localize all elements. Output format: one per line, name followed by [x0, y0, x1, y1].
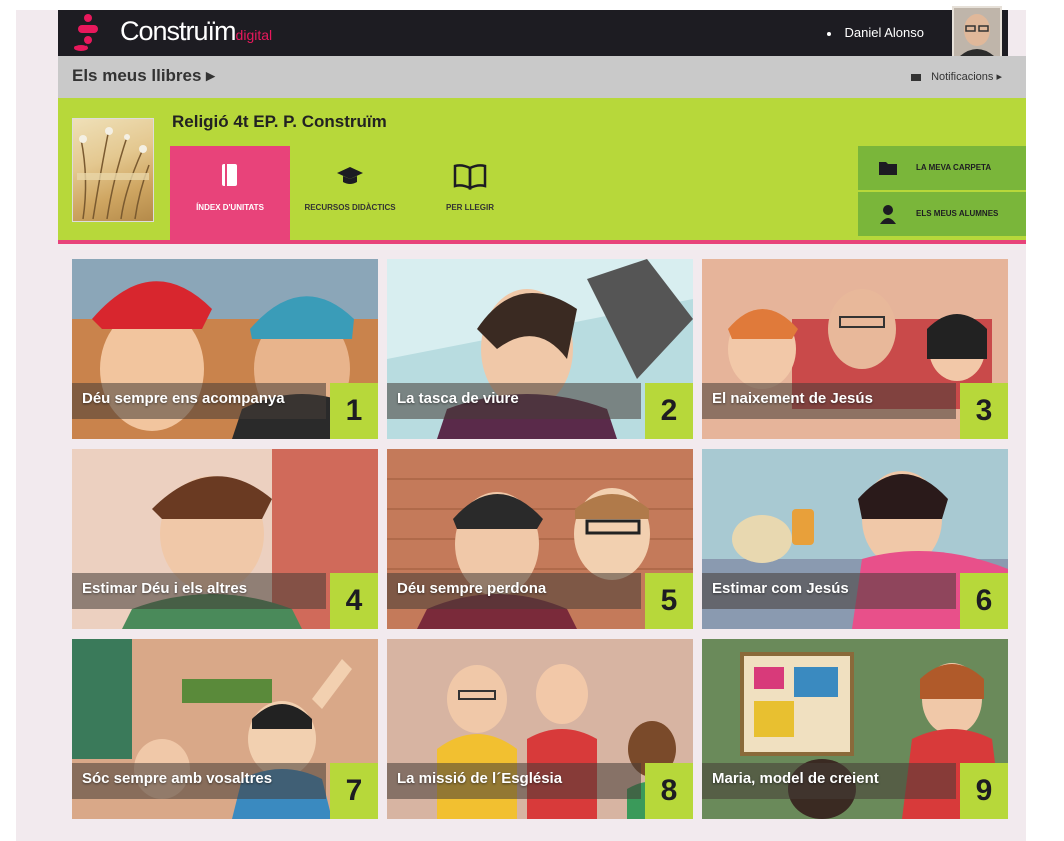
notifications-link[interactable]: Notificacions ▸	[911, 70, 1002, 83]
breadcrumb: Els meus llibres ▸ Notificacions ▸	[58, 56, 1026, 98]
unit-number: 7	[330, 763, 378, 819]
unit-title: Maria, model de creient	[712, 770, 879, 787]
unit-number: 3	[960, 383, 1008, 439]
unit-title: Déu sempre ens acompanya	[82, 390, 285, 407]
open-book-icon	[453, 164, 487, 190]
top-bar: edebé Construïmdigital Daniel Alonso	[58, 6, 1008, 58]
header-divider	[58, 240, 1026, 244]
units-grid: Déu sempre ens acompanya 1 La tasca de v…	[72, 259, 1008, 819]
my-folder-button[interactable]: LA MEVA CARPETA	[858, 146, 1026, 190]
unit-title: El naixement de Jesús	[712, 390, 873, 407]
book-icon	[222, 164, 237, 186]
book-header: Religió 4t EP. P. Construïm ÍNDEX D'UNIT…	[58, 98, 1026, 240]
unit-title: Déu sempre perdona	[397, 580, 547, 597]
unit-tile-8[interactable]: La missió de l´Església 8	[387, 639, 693, 819]
tab-label: PER LLEGIR	[445, 203, 494, 212]
unit-tile-9[interactable]: Maria, model de creient 9	[702, 639, 1008, 819]
side-button-label: ELS MEUS ALUMNES	[916, 209, 999, 218]
avatar-face-icon	[954, 8, 1000, 56]
publisher-logo-icon[interactable]: edebé	[74, 12, 98, 52]
unit-number: 4	[330, 573, 378, 629]
unit-title: La tasca de viure	[397, 390, 519, 407]
unit-tile-5[interactable]: Déu sempre perdona 5	[387, 449, 693, 629]
unit-number: 8	[645, 763, 693, 819]
publisher-name: edebé	[74, 45, 88, 51]
unit-tile-3[interactable]: El naixement de Jesús 3	[702, 259, 1008, 439]
unit-number: 5	[645, 573, 693, 629]
brand-logo[interactable]: Construïmdigital	[120, 16, 272, 47]
user-menu[interactable]: Daniel Alonso	[826, 25, 925, 40]
user-name: Daniel Alonso	[844, 25, 925, 40]
brand-main: Construïm	[120, 16, 237, 46]
unit-number: 2	[645, 383, 693, 439]
side-button-label: LA MEVA CARPETA	[916, 163, 992, 172]
book-cover[interactable]	[72, 118, 154, 222]
unit-tile-4[interactable]: Estimar Déu i els altres 4	[72, 449, 378, 629]
unit-title: Estimar Déu i els altres	[82, 580, 248, 597]
folder-icon	[879, 162, 897, 175]
unit-title: Estimar com Jesús	[712, 580, 849, 597]
bullet-icon	[826, 31, 831, 36]
user-icon	[880, 205, 896, 224]
tab-label: ÍNDEX D'UNITATS	[196, 203, 264, 212]
my-students-button[interactable]: ELS MEUS ALUMNES	[858, 192, 1026, 236]
unit-number: 6	[960, 573, 1008, 629]
book-title: Religió 4t EP. P. Construïm	[172, 112, 387, 131]
tab-label: RECURSOS DIDÀCTICS	[304, 203, 396, 212]
unit-tile-1[interactable]: Déu sempre ens acompanya 1	[72, 259, 378, 439]
cover-art-icon	[77, 127, 150, 220]
unit-number: 1	[330, 383, 378, 439]
unit-number: 9	[960, 763, 1008, 819]
unit-tile-6[interactable]: Estimar com Jesús 6	[702, 449, 1008, 629]
notifications-label: Notificacions ▸	[931, 71, 1002, 83]
my-books-link[interactable]: Els meus llibres ▸	[72, 66, 215, 86]
envelope-icon	[911, 73, 922, 81]
unit-tile-2[interactable]: La tasca de viure 2	[387, 259, 693, 439]
tab-teaching-resources[interactable]: RECURSOS DIDÀCTICS	[290, 146, 410, 240]
brand-sub: digital	[235, 27, 273, 43]
tab-unit-index[interactable]: ÍNDEX D'UNITATS	[170, 146, 290, 240]
avatar[interactable]	[952, 6, 1002, 58]
unit-title: Sóc sempre amb vosaltres	[82, 770, 273, 787]
graduation-cap-icon	[337, 167, 363, 184]
unit-title: La missió de l´Església	[397, 770, 563, 787]
tab-reading[interactable]: PER LLEGIR	[410, 146, 530, 240]
unit-tile-7[interactable]: Sóc sempre amb vosaltres 7	[72, 639, 378, 819]
